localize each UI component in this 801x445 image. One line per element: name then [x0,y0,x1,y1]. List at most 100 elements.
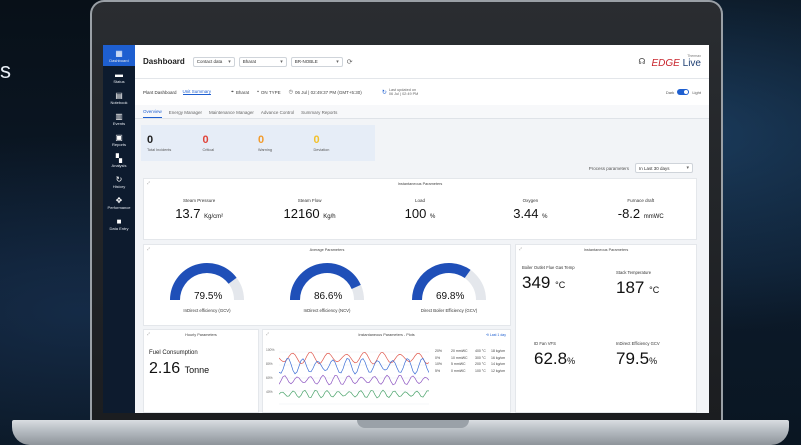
sidebar-item-label: Status [113,79,125,84]
legend-tick: 5% [435,368,441,373]
metric-label: Stack Temperature [616,270,652,275]
gauge-label: InDirect efficiency (GCV) [183,308,231,313]
metric-value: -8.2 mmWC [618,206,664,221]
metric-label: Steam Pressure [183,198,216,203]
status-value: ON TYPE [260,89,281,95]
expand-icon[interactable]: ⤢ [266,332,269,336]
theme-toggle[interactable] [677,89,690,95]
theme-dark-label: Dark [665,89,675,95]
sidebar: ▦ Dashboard ▬ Status ▤ Notebook ▥ Events ▣ Report… [103,45,135,413]
metric-unit: Kg/cm² [204,214,224,220]
site-select[interactable]: Bharat ▾ [238,56,287,67]
support-headset-icon[interactable]: ☊ [638,57,645,66]
legend-column-a: 20% 0% 10% 5% [435,348,442,374]
stack-temp-metric: Stack Temperature 187 °C [616,270,659,298]
unit-select[interactable]: BR-NOBLE ▾ [290,56,343,67]
metric-unit: Kg/h [323,214,336,220]
sidebar-item-reports[interactable]: ▣ Reports [103,129,135,150]
metric-label: ID Fan VFS [534,341,556,346]
refresh-icon[interactable]: ⟳ [347,58,353,66]
tab-advance-control[interactable]: Advance Control [261,110,294,118]
legend-column-d: 18 kg/cm 16 kg/cm 14 kg/cm 12 kg/cm [491,348,505,374]
sidebar-item-events[interactable]: ▥ Events [103,108,135,129]
metric-value: 79.5% [616,349,660,369]
expand-icon[interactable]: ⤢ [147,332,150,336]
metric-row: Steam Pressure 13.7 Kg/cm² Steam Flow 12160… [144,186,696,221]
time-range-select[interactable]: In Last 30 days ▾ [635,163,693,173]
fuel-unit: Tonne [184,365,210,375]
sidebar-item-data-entry[interactable]: ■ Data Entry [103,213,135,234]
y-tick-label: 60% [266,376,273,380]
sidebar-item-label: Events [112,121,126,126]
sidebar-item-label: Notebook [110,100,128,105]
breadcrumb-plant-dashboard[interactable]: Plant Dashboard [143,90,177,95]
datetime-meta: ◷ 06 Jul | 02:49:37 PM (GMT+5:30) [289,89,362,95]
fuel-consumption-label: Fuel Consumption [149,350,198,356]
brand-edge: EDGE [651,58,680,69]
expand-icon[interactable]: ⤢ [147,247,150,251]
incident-deviation[interactable]: 0 Deviation [314,134,370,152]
y-tick-label: 100% [266,348,275,352]
theme-light-label: Light [692,89,701,95]
sidebar-item-analysis[interactable]: ▚ Analysis [103,150,135,171]
metric-value: 100 % [405,206,436,221]
breadcrumb-unit-summary[interactable]: Unit Summary [182,89,212,95]
gauge-label: Direct Boiler Efficiency (GCV) [420,308,478,313]
performance-icon: ✥ [115,196,123,205]
y-tick-label: 80% [266,362,273,366]
sidebar-item-label: Analysis [111,163,127,168]
sidebar-item-performance[interactable]: ✥ Performance [103,192,135,213]
company-select[interactable]: Contact data ▾ [192,56,235,67]
trend-series-line [279,357,429,375]
metric-unit: % [429,214,436,220]
chevron-down-icon: ▾ [686,165,689,171]
sidebar-item-dashboard[interactable]: ▦ Dashboard [103,45,135,66]
y-tick-label: 40% [266,390,273,394]
legend-tick: 0 mmWC [451,368,466,373]
tab-overview[interactable]: Overview [143,109,162,118]
metric-number: 349 [522,273,551,292]
brand-live: Live [682,58,701,69]
metric-number: -8.2 [617,206,641,221]
sidebar-item-history[interactable]: ↻ History [103,171,135,192]
metric-unit: mmWC [643,214,664,220]
reports-icon: ▣ [115,133,123,142]
instantaneous-right-card: ⤢ Instantaneous Parameters Boiler Outlet… [515,244,697,413]
refresh-status-icon[interactable]: ↻ [382,89,387,96]
sidebar-item-status[interactable]: ▬ Status [103,66,135,87]
theme-switch: Dark Light [666,89,701,95]
metric-unit: % [649,356,658,366]
expand-icon[interactable]: ⤢ [147,181,150,185]
incident-total-incidents[interactable]: 0 Total Incidents [147,134,203,152]
last-update-value: 06 Jul | 02:49 PM [388,92,419,96]
gauge-value: 86.6% [314,291,343,302]
unit-select-value: BR-NOBLE [294,59,318,64]
gauge-label: InDirect efficiency (NCV) [303,308,351,313]
legend-tick: 5 mmWC [451,362,466,366]
incident-critical[interactable]: 0 Critical [203,134,259,152]
expand-icon[interactable]: ⤢ [519,247,522,251]
gauges: 79.5% InDirect efficiency (GCV) 86.6% InDir… [144,255,510,325]
metric-number: 12160 [283,206,320,221]
subheader: Plant Dashboard Unit Summary ⌖ Bharat ▪ ON… [135,79,709,105]
status-meta: ▪ ON TYPE [257,89,280,95]
sidebar-item-notebook[interactable]: ▤ Notebook [103,87,135,108]
legend-column-b: 20 mmWC 10 mmWC 5 mmWC 0 mmWC [451,348,468,374]
card-title: Average Parameters [309,248,345,252]
analysis-icon: ▚ [115,154,123,163]
incident-warning[interactable]: 0 Warning [258,134,314,152]
time-range-link[interactable]: ⟲ Last 1 day [486,333,506,337]
tab-maintenance-manager[interactable]: Maintenance Manager [209,110,254,118]
process-parameters: Process parameters In Last 30 days ▾ [589,163,697,173]
tab-energy-manager[interactable]: Energy Manager [169,110,202,118]
card-title: Instantaneous Parameters [397,182,443,186]
trend-series-line [279,374,429,386]
background-text: s [0,58,11,83]
incident-count: 0 [202,134,209,146]
metric-number: 79.5 [616,349,650,368]
metric-number: 187 [616,278,645,297]
page-title: Dashboard [143,57,185,66]
metric-label: Oxygen [522,198,539,203]
incident-count: 0 [313,134,320,146]
tab-summary-reports[interactable]: Summary Reports [301,110,337,118]
